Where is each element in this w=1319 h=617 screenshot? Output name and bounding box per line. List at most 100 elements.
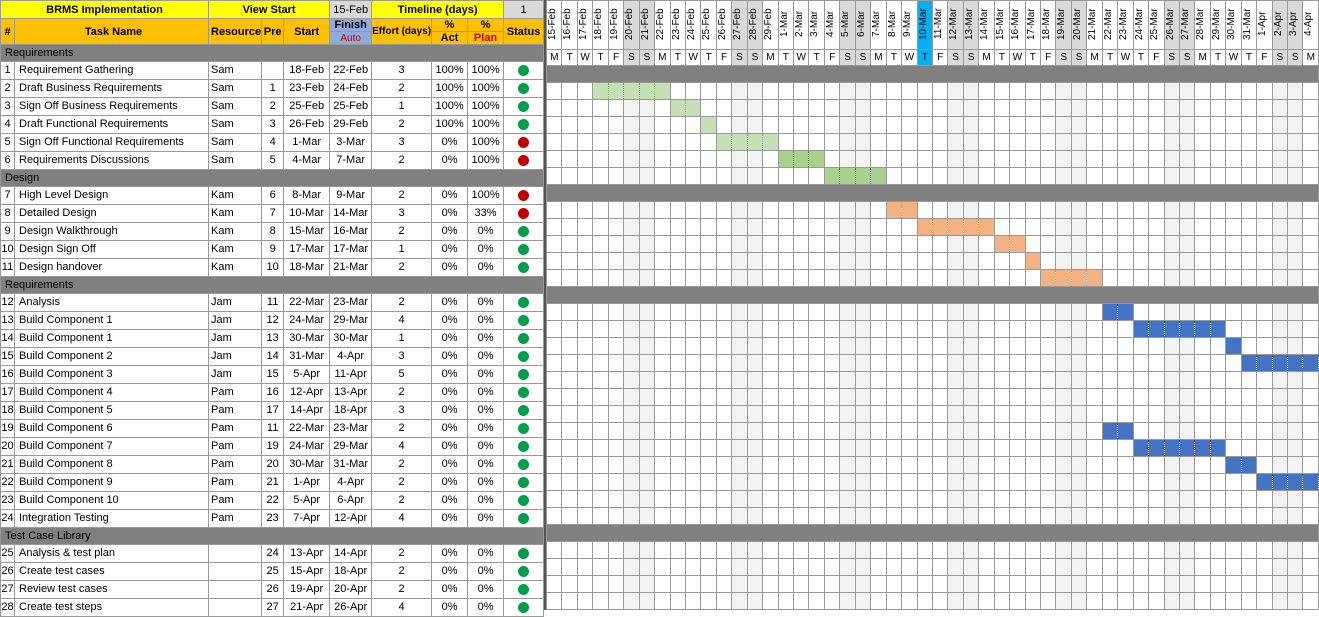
- task-row[interactable]: 13 Build Component 1 Jam 12 24-Mar 29-Ma…: [1, 312, 544, 330]
- gantt-cell[interactable]: [1164, 304, 1179, 321]
- gantt-cell[interactable]: [1210, 100, 1225, 117]
- gantt-cell[interactable]: [979, 202, 994, 219]
- gantt-cell[interactable]: [655, 117, 670, 134]
- task-effort[interactable]: 3: [372, 62, 432, 80]
- gantt-cell[interactable]: [547, 151, 562, 168]
- gantt-cell[interactable]: [547, 355, 562, 372]
- gantt-cell[interactable]: [593, 355, 608, 372]
- gantt-cell[interactable]: [824, 100, 839, 117]
- gantt-cell[interactable]: [763, 270, 778, 287]
- gantt-cell[interactable]: [1056, 440, 1071, 457]
- task-resource[interactable]: Kam: [209, 223, 262, 241]
- gantt-cell[interactable]: [1195, 270, 1210, 287]
- task-resource[interactable]: Jam: [209, 294, 262, 312]
- task-row[interactable]: 12 Analysis Jam 11 22-Mar 23-Mar 2 0% 0%: [1, 294, 544, 312]
- gantt-cell[interactable]: [1071, 423, 1086, 440]
- gantt-cell[interactable]: [624, 576, 639, 593]
- gantt-cell[interactable]: [593, 100, 608, 117]
- gantt-cell[interactable]: [809, 423, 824, 440]
- gantt-cell[interactable]: [1025, 100, 1040, 117]
- gantt-cell[interactable]: [562, 134, 577, 151]
- task-pct-actual[interactable]: 0%: [432, 492, 468, 510]
- gantt-cell[interactable]: [794, 576, 809, 593]
- task-effort[interactable]: 3: [372, 205, 432, 223]
- gantt-cell[interactable]: [871, 151, 886, 168]
- gantt-cell[interactable]: [1272, 83, 1287, 100]
- task-resource[interactable]: Pam: [209, 456, 262, 474]
- gantt-cell[interactable]: [948, 83, 963, 100]
- gantt-cell[interactable]: [1025, 372, 1040, 389]
- gantt-cell[interactable]: [685, 593, 700, 610]
- gantt-cell[interactable]: [809, 304, 824, 321]
- task-resource[interactable]: Kam: [209, 259, 262, 277]
- gantt-cell[interactable]: [917, 304, 932, 321]
- gantt-cell[interactable]: [577, 491, 592, 508]
- gantt-cell[interactable]: [824, 457, 839, 474]
- gantt-cell[interactable]: [994, 508, 1009, 525]
- gantt-cell[interactable]: [902, 542, 917, 559]
- gantt-cell[interactable]: [547, 83, 562, 100]
- gantt-cell[interactable]: [871, 389, 886, 406]
- gantt-cell[interactable]: [732, 406, 747, 423]
- gantt-cell[interactable]: [1118, 406, 1133, 423]
- gantt-cell[interactable]: [639, 100, 654, 117]
- gantt-cell[interactable]: [1102, 406, 1117, 423]
- gantt-cell[interactable]: [1133, 423, 1148, 440]
- gantt-cell[interactable]: [1210, 389, 1225, 406]
- gantt-cell[interactable]: [1303, 423, 1319, 440]
- gantt-cell[interactable]: [655, 593, 670, 610]
- gantt-cell[interactable]: [547, 338, 562, 355]
- gantt-cell[interactable]: [979, 236, 994, 253]
- gantt-cell[interactable]: [716, 338, 731, 355]
- gantt-cell[interactable]: [948, 321, 963, 338]
- gantt-cell[interactable]: [1257, 236, 1272, 253]
- gantt-cell[interactable]: [1071, 134, 1086, 151]
- task-name[interactable]: Design handover: [15, 259, 209, 277]
- gantt-cell[interactable]: [963, 270, 978, 287]
- gantt-cell[interactable]: [1303, 253, 1319, 270]
- gantt-cell[interactable]: [840, 406, 855, 423]
- task-start[interactable]: 22-Mar: [284, 420, 330, 438]
- gantt-cell[interactable]: [1179, 100, 1194, 117]
- gantt-cell[interactable]: [1118, 134, 1133, 151]
- gantt-cell[interactable]: [1087, 491, 1102, 508]
- gantt-cell[interactable]: [932, 389, 947, 406]
- task-name[interactable]: Build Component 1: [15, 312, 209, 330]
- gantt-cell[interactable]: [902, 151, 917, 168]
- gantt-cell[interactable]: [778, 355, 793, 372]
- gantt-cell[interactable]: [1226, 236, 1241, 253]
- gantt-cell[interactable]: [1133, 83, 1148, 100]
- gantt-cell[interactable]: [639, 321, 654, 338]
- gantt-cell[interactable]: [1149, 576, 1164, 593]
- gantt-cell[interactable]: [1102, 491, 1117, 508]
- gantt-cell[interactable]: [1087, 321, 1102, 338]
- gantt-cell[interactable]: [824, 355, 839, 372]
- gantt-cell[interactable]: [1179, 253, 1194, 270]
- gantt-cell[interactable]: [871, 406, 886, 423]
- gantt-cell[interactable]: [1056, 236, 1071, 253]
- gantt-cell[interactable]: [809, 151, 824, 168]
- gantt-cell[interactable]: [1102, 508, 1117, 525]
- task-name[interactable]: Build Component 3: [15, 366, 209, 384]
- task-pre[interactable]: 14: [262, 348, 284, 366]
- gantt-cell[interactable]: [979, 474, 994, 491]
- gantt-cell[interactable]: [1195, 423, 1210, 440]
- gantt-cell[interactable]: [1288, 168, 1303, 185]
- gantt-cell[interactable]: [1303, 593, 1319, 610]
- gantt-cell[interactable]: [1257, 304, 1272, 321]
- gantt-cell[interactable]: [1195, 134, 1210, 151]
- gantt-cell[interactable]: [902, 202, 917, 219]
- gantt-cell[interactable]: [994, 202, 1009, 219]
- task-name[interactable]: Build Component 4: [15, 384, 209, 402]
- gantt-cell[interactable]: [1087, 576, 1102, 593]
- gantt-cell[interactable]: [1179, 321, 1194, 338]
- task-resource[interactable]: Pam: [209, 510, 262, 528]
- gantt-cell[interactable]: [655, 491, 670, 508]
- gantt-cell[interactable]: [1118, 270, 1133, 287]
- gantt-cell[interactable]: [1179, 202, 1194, 219]
- gantt-cell[interactable]: [794, 100, 809, 117]
- gantt-cell[interactable]: [979, 406, 994, 423]
- gantt-cell[interactable]: [639, 542, 654, 559]
- gantt-cell[interactable]: [747, 202, 762, 219]
- gantt-cell[interactable]: [639, 389, 654, 406]
